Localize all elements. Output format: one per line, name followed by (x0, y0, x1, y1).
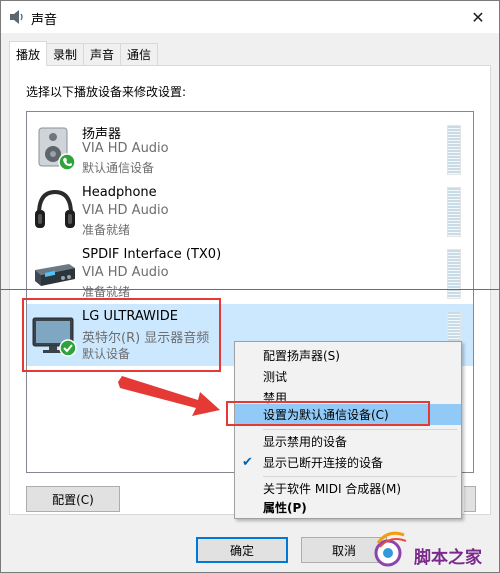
headphone-icon (35, 189, 75, 228)
device-row-headphone[interactable]: Headphone VIA HD Audio 准备就绪 (27, 180, 473, 242)
menu-item-about-midi[interactable]: 关于软件 MIDI 合成器(M) (235, 478, 461, 499)
volume-meter (447, 187, 461, 237)
menu-item-configure-speakers[interactable]: 配置扬声器(S) (235, 345, 461, 366)
device-name: 扬声器 (82, 127, 122, 142)
tab-sounds[interactable]: 声音 (83, 43, 122, 65)
configure-button[interactable]: 配置(C) (26, 486, 120, 512)
window-title: 声音 (31, 13, 58, 28)
volume-meter (447, 249, 461, 299)
volume-meter (447, 125, 461, 175)
annotation-box-device (22, 298, 221, 372)
properties-button-partial[interactable] (464, 486, 476, 512)
device-driver: VIA HD Audio (82, 203, 169, 218)
tab-playback[interactable]: 播放 (9, 41, 48, 66)
context-menu: 配置扬声器(S) 测试 禁用 设置为默认通信设备(C) 显示禁用的设备 ✔ 显示… (234, 341, 462, 519)
menu-item-show-disconnected[interactable]: ✔ 显示已断开连接的设备 (235, 452, 461, 473)
tab-communications[interactable]: 通信 (120, 43, 159, 65)
menu-item-properties[interactable]: 属性(P) (235, 497, 461, 518)
device-row-speakers[interactable]: 扬声器 VIA HD Audio 默认通信设备 (27, 118, 473, 180)
title-bar: 声音 ✕ (1, 1, 499, 33)
device-name: SPDIF Interface (TX0) (82, 247, 222, 262)
ok-button[interactable]: 确定 (196, 537, 288, 563)
watermark-logo-icon (374, 531, 407, 567)
menu-item-show-disabled[interactable]: 显示禁用的设备 (235, 431, 461, 452)
annotation-box-menu-item (226, 401, 430, 426)
device-row-spdif[interactable]: SPDIF Interface (TX0) VIA HD Audio 准备就绪 (27, 242, 473, 304)
speaker-title-icon (10, 10, 23, 24)
speaker-icon (38, 127, 76, 171)
device-driver: VIA HD Audio (82, 265, 169, 280)
device-name: Headphone (82, 185, 157, 200)
device-driver: VIA HD Audio (82, 141, 169, 156)
watermark: 脚本之家 (370, 529, 494, 569)
menu-separator (263, 476, 457, 477)
annotation-arrow-icon (118, 376, 220, 416)
close-button[interactable]: ✕ (463, 3, 493, 31)
annotation-line (0, 289, 500, 290)
menu-item-test[interactable]: 测试 (235, 366, 461, 387)
checkmark-icon: ✔ (242, 455, 253, 470)
tab-strip: 播放 录制 声音 通信 (9, 41, 159, 66)
close-icon: ✕ (471, 7, 485, 27)
menu-item-label: 显示已断开连接的设备 (263, 456, 384, 470)
tab-recording[interactable]: 录制 (46, 43, 85, 65)
watermark-text: 脚本之家 (414, 548, 482, 568)
device-status: 默认通信设备 (82, 161, 155, 175)
instruction-text: 选择以下播放设备来修改设置: (26, 85, 187, 99)
menu-separator (263, 429, 457, 430)
device-status: 准备就绪 (82, 223, 131, 237)
